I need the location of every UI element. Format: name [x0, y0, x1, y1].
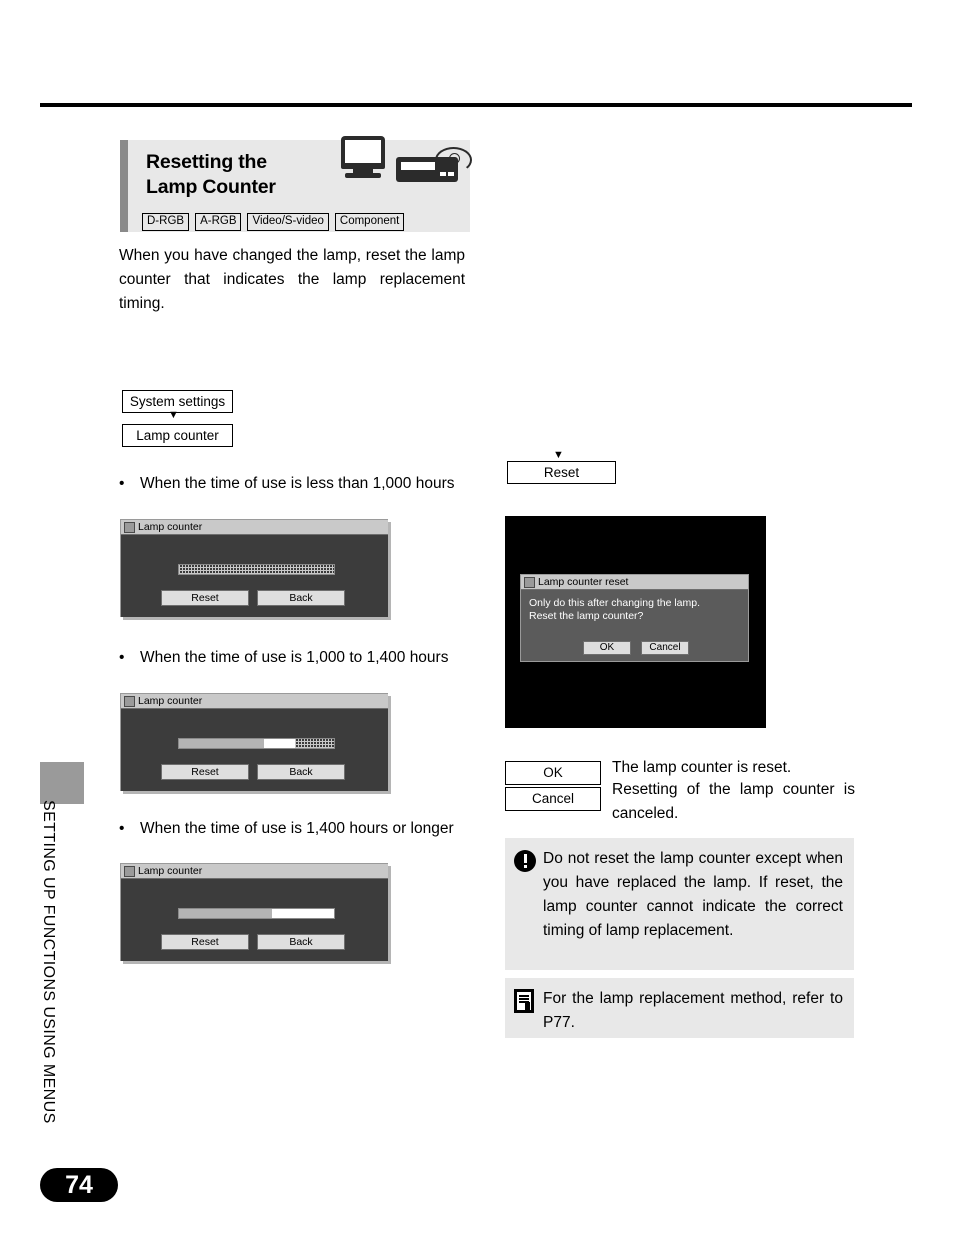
gauge-white-segment	[272, 909, 334, 918]
lamp-usage-gauge	[178, 738, 335, 749]
menu-step-reset: Reset	[507, 461, 616, 484]
lamp-icon	[124, 521, 135, 533]
osd-back-button[interactable]: Back	[257, 934, 345, 950]
dialog-message-line-1: Only do this after changing the lamp.	[529, 597, 701, 609]
osd-back-button[interactable]: Back	[257, 590, 345, 606]
osd-button-row: Reset Back	[161, 764, 345, 780]
dialog-ok-button[interactable]: OK	[583, 641, 631, 655]
gauge-dotted-segment	[179, 565, 334, 574]
badge-video-s-video: Video/S-video	[247, 213, 329, 231]
dialog-titlebar: Lamp counter reset	[521, 575, 748, 590]
badge-a-rgb: A-RGB	[195, 213, 242, 231]
monitor-icon	[341, 136, 387, 180]
osd-button-row: Reset Back	[161, 934, 345, 950]
bullet-dot: •	[119, 820, 125, 837]
osd-titlebar: Lamp counter	[121, 694, 388, 709]
heading-accent-bar	[120, 140, 128, 232]
osd-titlebar: Lamp counter	[121, 520, 388, 535]
chapter-tab-marker	[40, 762, 84, 804]
warning-notice: Do not reset the lamp counter except whe…	[505, 838, 854, 970]
signal-badges: D-RGB A-RGB Video/S-video Component	[142, 213, 405, 231]
warning-icon	[514, 850, 536, 872]
dialog-message-line-2: Reset the lamp counter?	[529, 610, 644, 622]
gauge-dotted-segment	[295, 739, 334, 748]
bullet-text: When the time of use is less than 1,000 …	[140, 475, 455, 492]
osd-lamp-counter-screen: Lamp counter Reset Back	[120, 693, 388, 791]
dialog-message: Only do this after changing the lamp. Re…	[529, 597, 700, 623]
reference-notice-text: For the lamp replacement method, refer t…	[543, 990, 843, 1031]
osd-reset-button[interactable]: Reset	[161, 590, 249, 606]
legend-ok-description: The lamp counter is reset.	[612, 759, 792, 776]
header-rule	[40, 103, 912, 107]
reference-notice: For the lamp replacement method, refer t…	[505, 978, 854, 1038]
bullet-text: When the time of use is 1,400 hours or l…	[140, 820, 454, 837]
dialog-button-row: OK Cancel	[583, 641, 689, 655]
osd-lamp-counter-screen: Lamp counter Reset Back	[120, 519, 388, 617]
bullet-dot: •	[119, 649, 125, 666]
manual-page: Resetting the Lamp Counter D-RGB A-RGB V…	[0, 0, 954, 1235]
menu-path-arrow-2: ▼	[553, 449, 564, 461]
bullet-item: • When the time of use is 1,000 to 1,400…	[119, 646, 474, 669]
legend-cancel-description: Resetting of the lamp counter is cancele…	[612, 781, 855, 822]
badge-d-rgb: D-RGB	[142, 213, 190, 231]
osd-reset-button[interactable]: Reset	[161, 764, 249, 780]
bullet-dot: •	[119, 475, 125, 492]
lamp-usage-gauge	[178, 564, 335, 575]
legend-cancel-key: Cancel	[505, 787, 601, 811]
lamp-icon	[524, 576, 535, 588]
page-number: 74	[40, 1168, 118, 1202]
osd-button-row: Reset Back	[161, 590, 345, 606]
intro-paragraph: When you have changed the lamp, reset th…	[119, 247, 465, 312]
osd-titlebar: Lamp counter	[121, 864, 388, 879]
gauge-solid-segment	[179, 909, 272, 918]
badge-component: Component	[334, 213, 405, 231]
gauge-solid-segment	[179, 739, 265, 748]
bullet-item: • When the time of use is 1,400 hours or…	[119, 817, 474, 840]
osd-title: Lamp counter	[138, 520, 203, 533]
menu-path-arrow-1: ▼	[168, 409, 179, 421]
lamp-icon	[124, 695, 135, 707]
dialog-cancel-button[interactable]: Cancel	[641, 641, 689, 655]
osd-reset-button[interactable]: Reset	[161, 934, 249, 950]
osd-lamp-counter-screen: Lamp counter Reset Back	[120, 863, 388, 961]
osd-title: Lamp counter	[138, 694, 203, 707]
book-icon	[514, 989, 534, 1013]
osd-title: Lamp counter	[138, 864, 203, 877]
vcr-icon	[396, 147, 472, 187]
lamp-usage-gauge	[178, 908, 335, 919]
warning-notice-text: Do not reset the lamp counter except whe…	[543, 850, 843, 939]
bullet-item: • When the time of use is less than 1,00…	[119, 472, 474, 495]
dialog-title: Lamp counter reset	[538, 575, 629, 588]
legend-ok-key: OK	[505, 761, 601, 785]
menu-step-lamp-counter: Lamp counter	[122, 424, 233, 447]
chapter-label: SETTING UP FUNCTIONS USING MENUS	[40, 800, 57, 1124]
page-title-line-2: Lamp Counter	[146, 176, 276, 198]
bullet-text: When the time of use is 1,000 to 1,400 h…	[140, 649, 449, 666]
osd-back-button[interactable]: Back	[257, 764, 345, 780]
page-title: Resetting the Lamp Counter	[146, 150, 346, 200]
lamp-counter-reset-dialog: Lamp counter reset Only do this after ch…	[520, 574, 749, 662]
gauge-white-segment	[264, 739, 296, 748]
lamp-icon	[124, 865, 135, 877]
page-title-line-1: Resetting the	[146, 151, 267, 173]
